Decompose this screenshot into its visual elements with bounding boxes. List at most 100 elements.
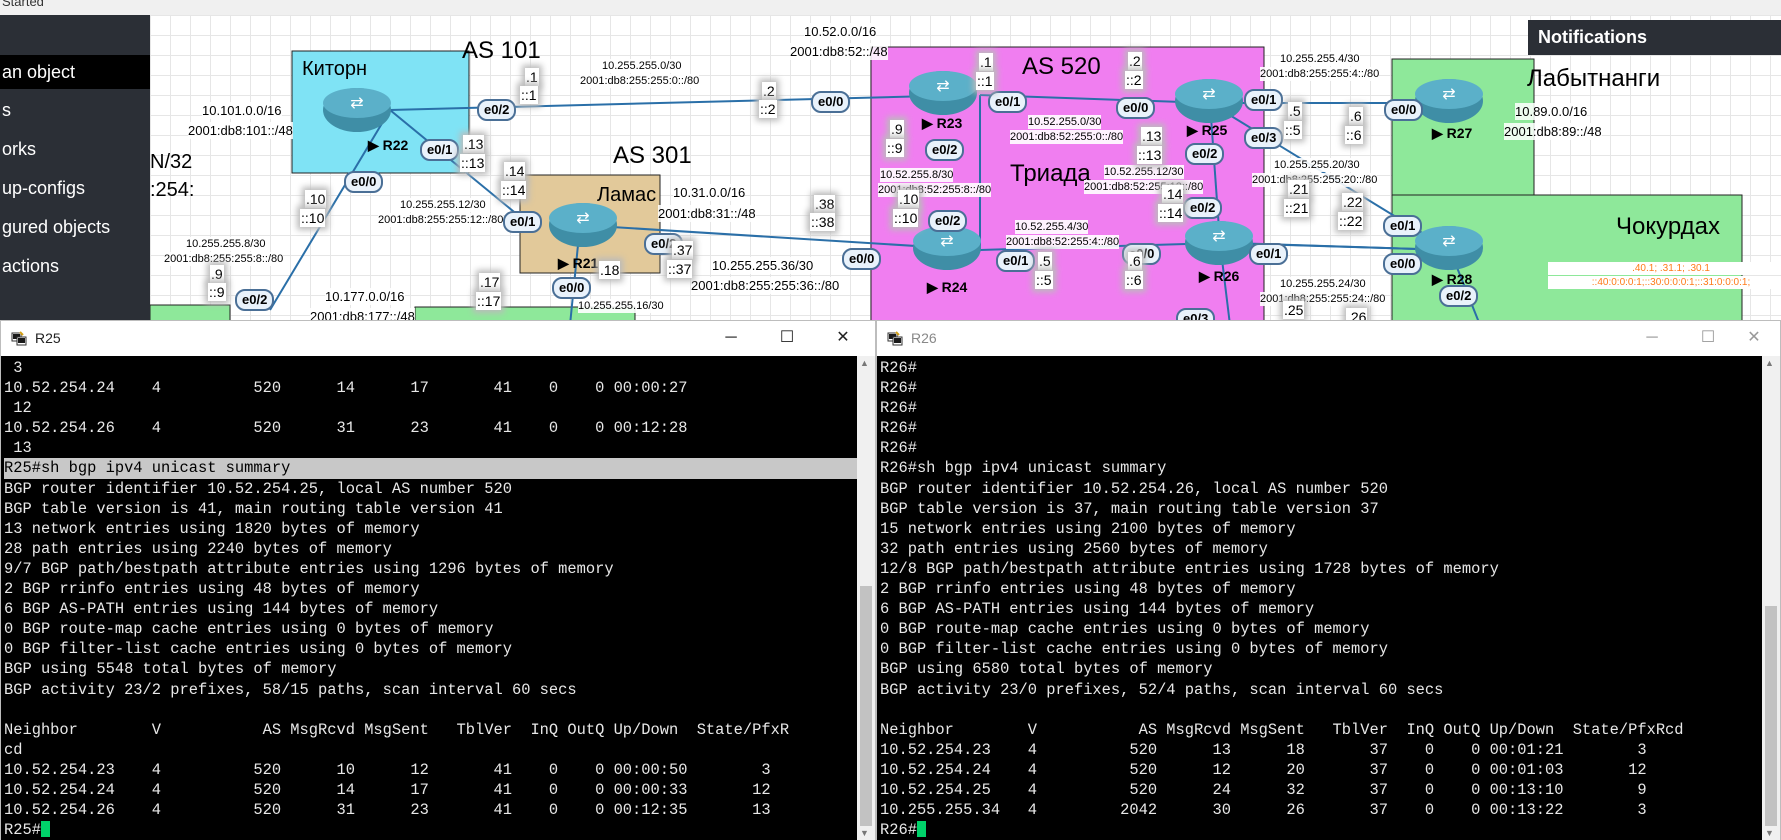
sidebar-item-add-object[interactable]: an object — [0, 55, 150, 89]
minimize-button[interactable]: ─ — [703, 321, 759, 355]
addr-r21-37-v6: ::37 — [667, 260, 693, 278]
subnet-labytnangi-v4: 10.89.0.0/16 — [1515, 103, 1588, 120]
terminal-line: R26#sh bgp ipv4 unicast summary — [880, 459, 1167, 478]
maximize-button[interactable]: ☐ — [759, 321, 815, 355]
interface-r21-e0-1[interactable]: e0/1 — [503, 211, 543, 233]
scrollbar[interactable]: ▲ ▼ — [1762, 356, 1780, 840]
router-r28-icon: ⇄ — [1415, 226, 1483, 270]
interface-r24-e0-2[interactable]: e0/2 — [928, 210, 968, 232]
status-label: Started — [2, 0, 44, 9]
terminal-line: R26# — [880, 439, 917, 458]
addr-r25-5-v6: ::5 — [1284, 121, 1302, 139]
sidebar-item-more-actions[interactable]: actions — [0, 249, 150, 283]
notifications-header[interactable]: Notifications — [1528, 20, 1781, 55]
terminal-line: 10.52.254.25 4 520 24 32 37 0 0 00:13:10… — [880, 780, 1647, 799]
interface-r22-e0-2[interactable]: e0/2 — [477, 99, 517, 121]
terminal-line: 10.52.254.24 4 520 14 17 41 0 0 00:00:27 — [4, 379, 688, 398]
terminal-prompt[interactable]: R26# — [880, 821, 917, 839]
area-label-as301: AS 301 — [613, 142, 692, 169]
svg-text:⇄: ⇄ — [1202, 84, 1215, 103]
terminal-window-r25[interactable]: R25 ─ ☐ ✕ 3 10.52.254.24 4 520 14 17 41 … — [0, 320, 876, 840]
addr-r23-9-v6: ::9 — [886, 139, 904, 157]
top-status-strip: Started — [0, 0, 1781, 15]
interface-left-e0-2[interactable]: e0/2 — [235, 289, 275, 311]
terminal-line: BGP table version is 41, main routing ta… — [4, 499, 503, 518]
sidebar-item-startup-configs[interactable]: up-configs — [0, 171, 150, 205]
interface-r27-e0-0[interactable]: e0/0 — [1384, 99, 1424, 121]
close-button[interactable]: ✕ — [1726, 321, 1781, 355]
terminal-output[interactable]: 3 10.52.254.24 4 520 14 17 41 0 0 00:00:… — [1, 356, 859, 840]
scroll-up-arrow-icon[interactable]: ▲ — [1765, 358, 1774, 368]
scroll-down-arrow-icon[interactable]: ▼ — [1765, 828, 1774, 838]
router-r24-icon: ⇄ — [913, 226, 981, 270]
terminal-line: 13 network entries using 1820 bytes of m… — [4, 519, 420, 538]
terminal-line: 10.52.254.23 4 520 10 12 41 0 0 00:00:50… — [4, 760, 771, 779]
scroll-up-arrow-icon[interactable]: ▲ — [860, 358, 869, 368]
area-label-as101: AS 101 — [462, 37, 541, 64]
interface-r23-e0-1[interactable]: e0/1 — [988, 91, 1028, 113]
terminal-window-r26[interactable]: R26 ─ ☐ ✕ R26# R26# R26# R26# R26# R26#s… — [876, 320, 1781, 840]
window-titlebar[interactable]: R26 ─ ☐ ✕ — [877, 321, 1780, 356]
minimize-button[interactable]: ─ — [1624, 321, 1680, 355]
terminal-line: R26# — [880, 359, 917, 377]
terminal-line: R26# — [880, 399, 917, 418]
router-label-r21[interactable]: ▶ R21 — [558, 255, 598, 272]
interface-r24-e0-1[interactable]: e0/1 — [996, 250, 1036, 272]
subnet-link-21-24-v4: 10.255.255.36/30 — [712, 257, 814, 274]
svg-text:⇄: ⇄ — [940, 231, 953, 250]
terminal-prompt[interactable]: R25# — [4, 821, 41, 839]
interface-r22-e0-1[interactable]: e0/1 — [420, 139, 460, 161]
interface-r26-e0-1[interactable]: e0/1 — [1249, 243, 1289, 265]
addr-r25-13-v6: ::13 — [1137, 146, 1163, 164]
addr-r23-1: .1 — [979, 53, 993, 71]
addr-r21-14: .14 — [504, 162, 526, 180]
interface-r22-e0-0[interactable]: e0/0 — [344, 171, 384, 193]
subnet-link-25-26-v4: 10.52.255.12/30 — [1104, 165, 1184, 179]
sidebar-item-nodes[interactable]: s — [0, 93, 150, 127]
router-label-r23[interactable]: ▶ R23 — [922, 115, 962, 132]
addr-left-9: .9 — [210, 265, 224, 283]
topology-canvas[interactable]: ⇄ ⇄ ⇄ ⇄ ⇄ ⇄ ⇄ ⇄ Киторн AS 101 AS 301 Лам… — [150, 15, 1781, 325]
interface-r25-e0-0[interactable]: e0/0 — [1116, 97, 1156, 119]
interface-r28-e0-2[interactable]: e0/2 — [1439, 285, 1479, 307]
interface-r23-e0-0[interactable]: e0/0 — [811, 91, 851, 113]
area-label-kitorn: Киторн — [302, 58, 368, 80]
router-label-r26[interactable]: ▶ R26 — [1199, 268, 1239, 285]
router-label-r25[interactable]: ▶ R25 — [1187, 122, 1227, 139]
scrollbar-thumb[interactable] — [860, 586, 872, 826]
interface-r28-e0-0[interactable]: e0/0 — [1383, 253, 1423, 275]
terminal-line: 9/7 BGP path/bestpath attribute entries … — [4, 559, 614, 578]
interface-r25-e0-2[interactable]: e0/2 — [1185, 143, 1225, 165]
addr-r26-6: .6 — [1128, 252, 1142, 270]
terminal-output[interactable]: R26# R26# R26# R26# R26# R26#sh bgp ipv4… — [877, 356, 1764, 840]
interface-r25-e0-1[interactable]: e0/1 — [1244, 89, 1284, 111]
addr-r28-22-v6: ::22 — [1338, 212, 1364, 230]
scrollbar-thumb[interactable] — [1765, 606, 1777, 826]
interface-r25-e0-3[interactable]: e0/3 — [1244, 127, 1284, 149]
addr-r22-10-v6: ::10 — [300, 209, 326, 227]
window-titlebar[interactable]: R25 ─ ☐ ✕ — [1, 321, 875, 356]
scrollbar[interactable]: ▲ ▼ — [857, 356, 875, 840]
interface-r26-e0-2[interactable]: e0/2 — [1183, 197, 1223, 219]
terminal-line: BGP activity 23/2 prefixes, 58/15 paths,… — [4, 680, 577, 699]
addr-r24-38: .38 — [814, 195, 836, 213]
subnet-as520-v4: 10.52.0.0/16 — [804, 23, 877, 40]
scroll-down-arrow-icon[interactable]: ▼ — [860, 828, 869, 838]
sidebar-item-networks[interactable]: orks — [0, 132, 150, 166]
terminal-line: 10.52.254.26 4 520 31 23 41 0 0 00:12:28 — [4, 419, 688, 438]
addr-r23-2-v6: ::2 — [759, 100, 777, 118]
interface-r21-e0-0[interactable]: e0/0 — [552, 277, 592, 299]
router-label-r22[interactable]: ▶ R22 — [368, 137, 408, 154]
close-button[interactable]: ✕ — [815, 321, 871, 355]
router-label-r24[interactable]: ▶ R24 — [927, 279, 967, 296]
interface-r23-e0-2[interactable]: e0/2 — [925, 139, 965, 161]
sidebar-item-configured-objects[interactable]: gured objects — [0, 210, 150, 244]
addr-18: .18 — [599, 261, 621, 279]
terminal-line: Neighbor V AS MsgRcvd MsgSent TblVer InQ… — [880, 720, 1684, 739]
addr-r26-6-v6: ::6 — [1125, 271, 1143, 289]
interface-r28-e0-1[interactable]: e0/1 — [1383, 215, 1423, 237]
area-label-triada: Триада — [1010, 160, 1091, 187]
area-label-chokurdakh: Чокурдах — [1616, 213, 1720, 240]
router-label-r27[interactable]: ▶ R27 — [1432, 125, 1472, 142]
interface-r24-e0-0[interactable]: e0/0 — [842, 248, 882, 270]
